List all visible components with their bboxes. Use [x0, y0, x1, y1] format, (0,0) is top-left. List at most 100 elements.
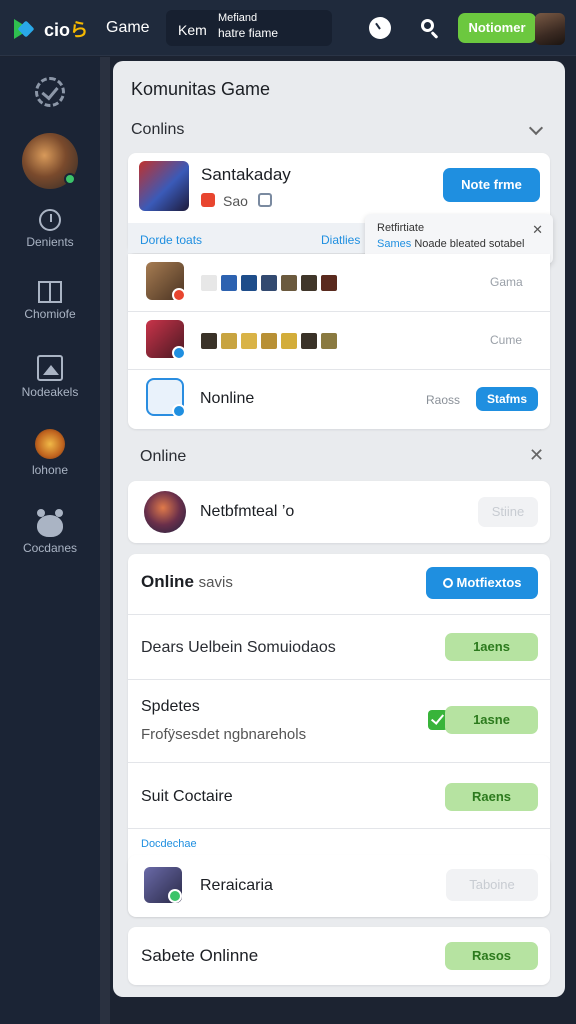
avatar — [144, 491, 186, 533]
sidebar-divider — [100, 57, 110, 1024]
achievement-icon — [221, 274, 237, 291]
app-logo[interactable]: cioら — [14, 16, 88, 42]
achievement-icon — [281, 332, 297, 349]
status-button[interactable]: Stiine — [478, 497, 538, 527]
achievement-icon — [221, 332, 237, 349]
friend-card[interactable]: Netbfmteal ’o Stiine — [128, 481, 550, 543]
online-dot-icon — [64, 173, 76, 185]
sidebar-item-profile[interactable] — [0, 133, 100, 189]
section-link[interactable]: Docdechae — [141, 838, 197, 850]
clock-icon[interactable] — [369, 17, 391, 39]
top-bar: cioら Game Kem Mefiand hatre fiame Notiom… — [0, 0, 576, 56]
achievement-icon — [321, 332, 337, 349]
service-row-title: Spdetes — [141, 698, 200, 715]
medal-icon — [35, 429, 65, 459]
nav-game[interactable]: Game — [106, 19, 150, 37]
image-icon — [37, 355, 63, 381]
achievement-icons — [201, 332, 341, 350]
status-button[interactable]: Taboine — [446, 869, 538, 901]
sidebar-item-check[interactable] — [0, 77, 100, 111]
friend-name: Netbfmteal ’o — [200, 503, 295, 520]
notifications-button[interactable]: Motfiextos — [426, 567, 538, 599]
avatar — [22, 133, 78, 189]
achievement-icon — [241, 274, 257, 291]
note-button[interactable]: Note frme — [443, 168, 540, 202]
search-line-2: hatre fiame — [218, 26, 279, 40]
chevron-down-icon[interactable] — [528, 120, 544, 136]
sidebar-item-chomiofe[interactable]: Chomiofe — [0, 281, 100, 321]
section-online-2-label: Online — [140, 448, 187, 465]
status-badge — [172, 288, 186, 302]
tooltip-highlight: Sames — [377, 238, 412, 250]
service-row-subtitle: Frofÿsesdet ngbnarehols — [141, 726, 307, 743]
notify-button[interactable]: Notiomer — [458, 13, 536, 43]
service-row-text: Suit Coctaire — [141, 788, 233, 805]
sidebar-item-label: Denients — [26, 235, 74, 249]
recommended-card[interactable]: Reraicaria Taboine — [128, 855, 550, 917]
status-badge — [172, 346, 186, 360]
achievement-icons — [201, 274, 341, 292]
row-status: Gama — [490, 275, 523, 289]
recommended-name: Reraicaria — [200, 877, 273, 894]
game-list-card: Gama Cume Nonline Raoss Stafms — [128, 254, 550, 429]
achievement-icon — [301, 332, 317, 349]
featured-link-left[interactable]: Dorde toats — [140, 233, 202, 247]
book-icon — [38, 281, 62, 303]
community-panel: Komunitas Game Conlins Santakaday Sao No… — [113, 61, 565, 997]
search-icon[interactable] — [419, 17, 441, 39]
service-button[interactable]: Rasos — [445, 942, 538, 970]
sidebar: Denients Chomiofe Nodeakels lohone Cocda… — [0, 57, 100, 1024]
tag-icon — [201, 193, 215, 207]
notifications-button-label: Motfiextos — [456, 575, 522, 590]
status-badge — [172, 404, 186, 418]
game-title: Santakaday — [201, 165, 291, 184]
sidebar-item-label: Cocdanes — [22, 541, 78, 555]
list-item-meta: Raoss — [426, 393, 461, 407]
status-button[interactable]: Stafms — [476, 387, 538, 411]
page-title: Komunitas Game — [131, 79, 271, 99]
service-button[interactable]: Raens — [445, 783, 538, 811]
achievement-icon — [301, 274, 317, 291]
share-icon[interactable] — [258, 193, 272, 207]
sidebar-item-lohone[interactable]: lohone — [0, 429, 100, 477]
featured-link-right[interactable]: Diatlies — [321, 233, 360, 247]
search-prefix: Kem — [178, 22, 207, 38]
logo-text: cio — [44, 20, 71, 40]
user-avatar[interactable] — [535, 13, 565, 45]
service-button[interactable]: 1asne — [445, 706, 538, 734]
sidebar-item-nodeakels[interactable]: Nodeakels — [0, 355, 100, 399]
achievement-icon — [261, 332, 277, 349]
achievement-icon — [261, 274, 277, 291]
bottom-card[interactable]: Sabete Onlinne Rasos — [128, 927, 550, 985]
status-badge — [168, 889, 182, 903]
tooltip-line-1: Retfirtiate — [377, 222, 425, 234]
sidebar-item-denients[interactable]: Denients — [0, 209, 100, 249]
service-button[interactable]: 1aens — [445, 633, 538, 661]
sidebar-item-label: Chomiofe — [24, 307, 76, 321]
paw-icon — [37, 509, 63, 537]
service-row-text: Dears Uelbein Somuiodaos — [141, 639, 336, 656]
tooltip-line-2: Noade bleated sotabel — [414, 238, 525, 250]
search-line-1: Mefiand — [218, 12, 258, 24]
achievement-icon — [201, 274, 217, 291]
check-circle-icon — [35, 77, 65, 107]
logo-accent: ら — [70, 20, 89, 40]
list-item-name: Nonline — [200, 390, 255, 407]
row-status: Cume — [490, 333, 523, 347]
achievement-icon — [201, 332, 217, 349]
sidebar-item-label: lohone — [31, 463, 69, 477]
achievement-icon — [241, 332, 257, 349]
logo-icon — [14, 17, 40, 41]
bell-icon — [442, 578, 453, 588]
game-subtitle: Sao — [223, 193, 248, 209]
bottom-card-title: Sabete Onlinne — [141, 946, 259, 965]
card-title-rest: savis — [198, 574, 233, 591]
sidebar-item-label: Nodeakels — [21, 385, 79, 399]
search-box[interactable]: Kem Mefiand hatre fiame — [166, 10, 332, 46]
game-thumbnail — [139, 161, 189, 211]
close-icon[interactable]: ✕ — [532, 222, 543, 238]
close-icon[interactable]: ✕ — [529, 445, 544, 466]
card-title-bold: Online — [141, 572, 194, 591]
sidebar-item-cocdanes[interactable]: Cocdanes — [0, 509, 100, 555]
achievement-icon — [281, 274, 297, 291]
